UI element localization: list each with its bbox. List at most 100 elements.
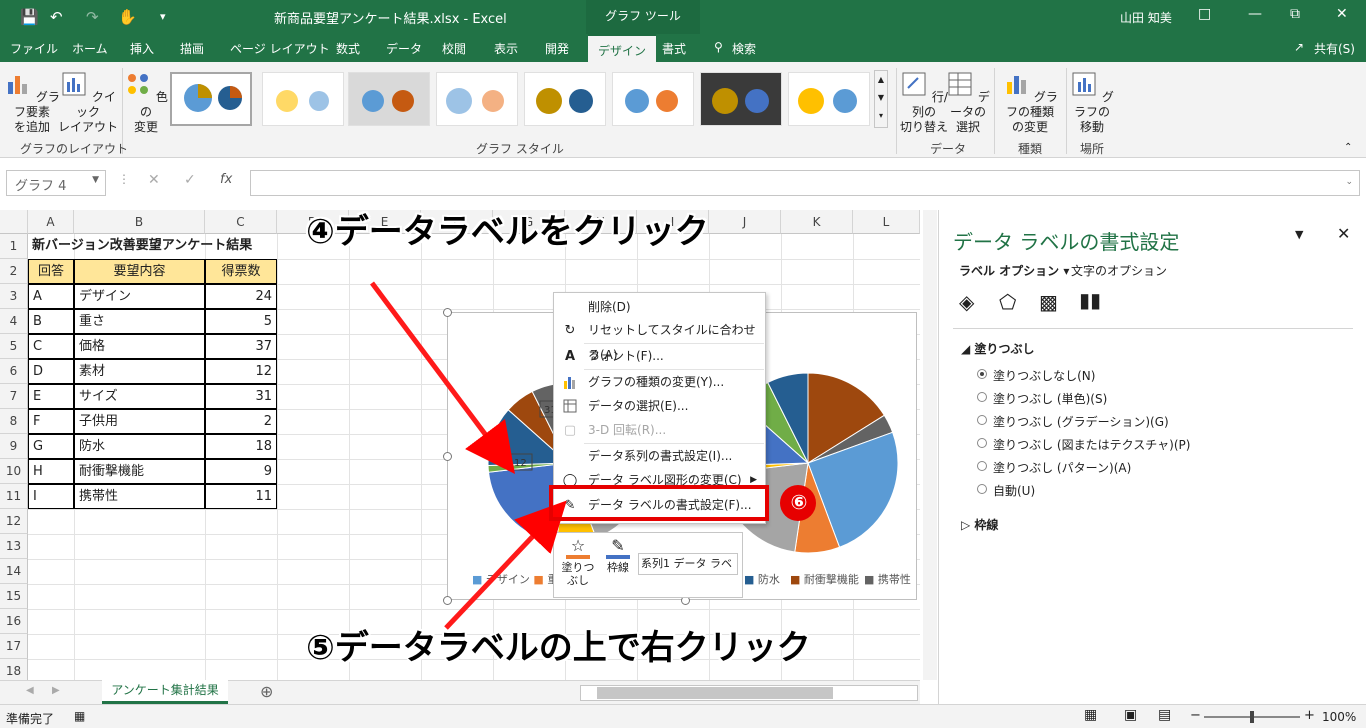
tab-data[interactable]: データ [386,40,422,57]
collapse-ribbon-icon[interactable]: ⌃ [1344,142,1352,153]
resize-handle[interactable] [443,308,452,317]
effects-icon[interactable]: ⬠ [999,290,1016,314]
table-cell[interactable]: G [28,434,74,459]
fill-line-icon[interactable]: ◈ [959,290,974,314]
row-header-6[interactable]: 6 [0,359,28,384]
resize-handle[interactable] [443,452,452,461]
formula-input[interactable]: ⌄ [250,170,1360,196]
expand-icon[interactable]: ⌄ [1345,177,1353,187]
table-cell[interactable]: 携帯性 [74,484,205,509]
series-selector[interactable]: 系列1 データ ラベ [638,553,738,575]
row-header-12[interactable]: 12 [0,509,28,534]
zoom-level[interactable]: 100% [1322,710,1356,724]
row-header-3[interactable]: 3 [0,284,28,309]
pane-close-icon[interactable]: ✕ [1337,224,1350,243]
customize-qat-icon[interactable]: ▾ [160,10,166,23]
section-fill[interactable]: ◢ 塗りつぶし [961,340,1035,357]
menu-item-change-label-shape[interactable]: ◯ データ ラベル図形の変更(C) ▶ [554,468,765,493]
row-header-7[interactable]: 7 [0,384,28,409]
chart-style-3[interactable] [348,72,430,126]
row-header-18[interactable]: 18 [0,659,28,680]
undo-icon[interactable]: ↶ [50,8,63,26]
table-header-cell[interactable]: 得票数 [205,259,277,284]
switch-row-column-button[interactable]: 行/列の 切り替え [900,70,948,135]
tab-page-layout[interactable]: ページ レイアウト [230,40,330,57]
row-header-8[interactable]: 8 [0,409,28,434]
select-all[interactable] [0,210,28,234]
table-cell[interactable]: 12 [205,359,277,384]
user-name[interactable]: 山田 知美 [1120,9,1172,26]
resize-handle[interactable] [443,596,452,605]
table-cell[interactable]: 2 [205,409,277,434]
table-cell[interactable]: 24 [205,284,277,309]
chart-style-7[interactable] [700,72,782,126]
tab-developer[interactable]: 開発 [545,40,569,57]
table-cell[interactable]: 31 [205,384,277,409]
worksheet[interactable]: A B C D E F G H I J K L 1 2 3 4 5 6 7 8 9 10 11 12 1… [0,210,920,680]
row-header-14[interactable]: 14 [0,559,28,584]
chart-style-8[interactable] [788,72,870,126]
tab-text-options[interactable]: 文字のオプション [1071,262,1167,279]
chart-style-6[interactable] [612,72,694,126]
tab-review[interactable]: 校閲 [442,40,466,57]
next-sheet-icon[interactable]: ▶ [52,685,60,696]
tab-home[interactable]: ホーム [72,40,108,57]
table-cell[interactable]: 価格 [74,334,205,359]
zoom-out-icon[interactable]: − [1190,708,1201,723]
gallery-scroll[interactable]: ▲ ▼ ▾ [874,70,888,128]
row-header-5[interactable]: 5 [0,334,28,359]
table-cell[interactable]: F [28,409,74,434]
radio-pattern-fill[interactable] [977,461,987,471]
row-header-10[interactable]: 10 [0,459,28,484]
page-break-view-icon[interactable]: ▤ [1158,707,1171,723]
minimize-icon[interactable]: — [1248,6,1262,22]
column-header-j[interactable]: J [709,210,781,234]
row-header-1[interactable]: 1 [0,234,28,259]
row-header-13[interactable]: 13 [0,534,28,559]
radio-solid-fill[interactable] [977,392,987,402]
fx-icon[interactable]: fx [220,172,232,187]
page-layout-view-icon[interactable]: ▣ [1124,707,1137,723]
restore-icon[interactable]: ⧉ [1290,6,1300,22]
row-header-11[interactable]: 11 [0,484,28,509]
menu-item-format-series[interactable]: データ系列の書式設定(I)... [554,444,765,469]
table-cell[interactable]: C [28,334,74,359]
table-cell[interactable]: 素材 [74,359,205,384]
tab-file[interactable]: ファイル [10,40,58,57]
outline-button[interactable]: ✎ 枠線 [600,537,636,574]
tab-format[interactable]: 書式 [662,40,686,57]
pane-options-icon[interactable]: ▼ [1295,228,1303,241]
table-cell[interactable]: A [28,284,74,309]
sheet-tab-survey[interactable]: アンケート集計結果 [102,680,228,704]
table-cell[interactable]: 37 [205,334,277,359]
chart-style-2[interactable] [262,72,344,126]
column-header-k[interactable]: K [781,210,853,234]
column-header-b[interactable]: B [74,210,205,234]
macro-record-icon[interactable]: ▦ [74,709,85,723]
add-sheet-icon[interactable]: ⊕ [260,682,273,701]
table-cell[interactable]: 子供用 [74,409,205,434]
row-header-9[interactable]: 9 [0,434,28,459]
tab-draw[interactable]: 描画 [180,40,204,57]
menu-item-format-data-labels[interactable]: ✎ データ ラベルの書式設定(F)... [554,493,765,518]
horizontal-scrollbar[interactable] [580,685,918,701]
table-cell[interactable]: H [28,459,74,484]
add-chart-element-button[interactable]: グラフ要素 を追加 [4,70,60,135]
select-data-button[interactable]: データの 選択 [946,70,990,135]
chart-style-4[interactable] [436,72,518,126]
row-header-17[interactable]: 17 [0,634,28,659]
table-cell[interactable]: I [28,484,74,509]
zoom-slider[interactable] [1204,711,1300,723]
menu-item-change-chart-type[interactable]: グラフの種類の変更(Y)... [554,370,765,395]
data-label[interactable]: 12 [514,458,527,469]
tab-label-options[interactable]: ラベル オプション ▾ [959,262,1069,279]
close-icon[interactable]: ✕ [1336,6,1348,22]
normal-view-icon[interactable]: ▦ [1084,707,1097,723]
chart-style-1[interactable] [170,72,252,126]
label-options-icon[interactable]: ▮▮ [1079,288,1101,312]
quick-layout-button[interactable]: クイック レイアウト [58,70,118,135]
radio-no-fill[interactable] [977,369,987,379]
radio-gradient-fill[interactable] [977,415,987,425]
tell-me-search[interactable]: 検索 [732,40,756,57]
menu-item-font[interactable]: A フォント(F)... [554,344,765,369]
